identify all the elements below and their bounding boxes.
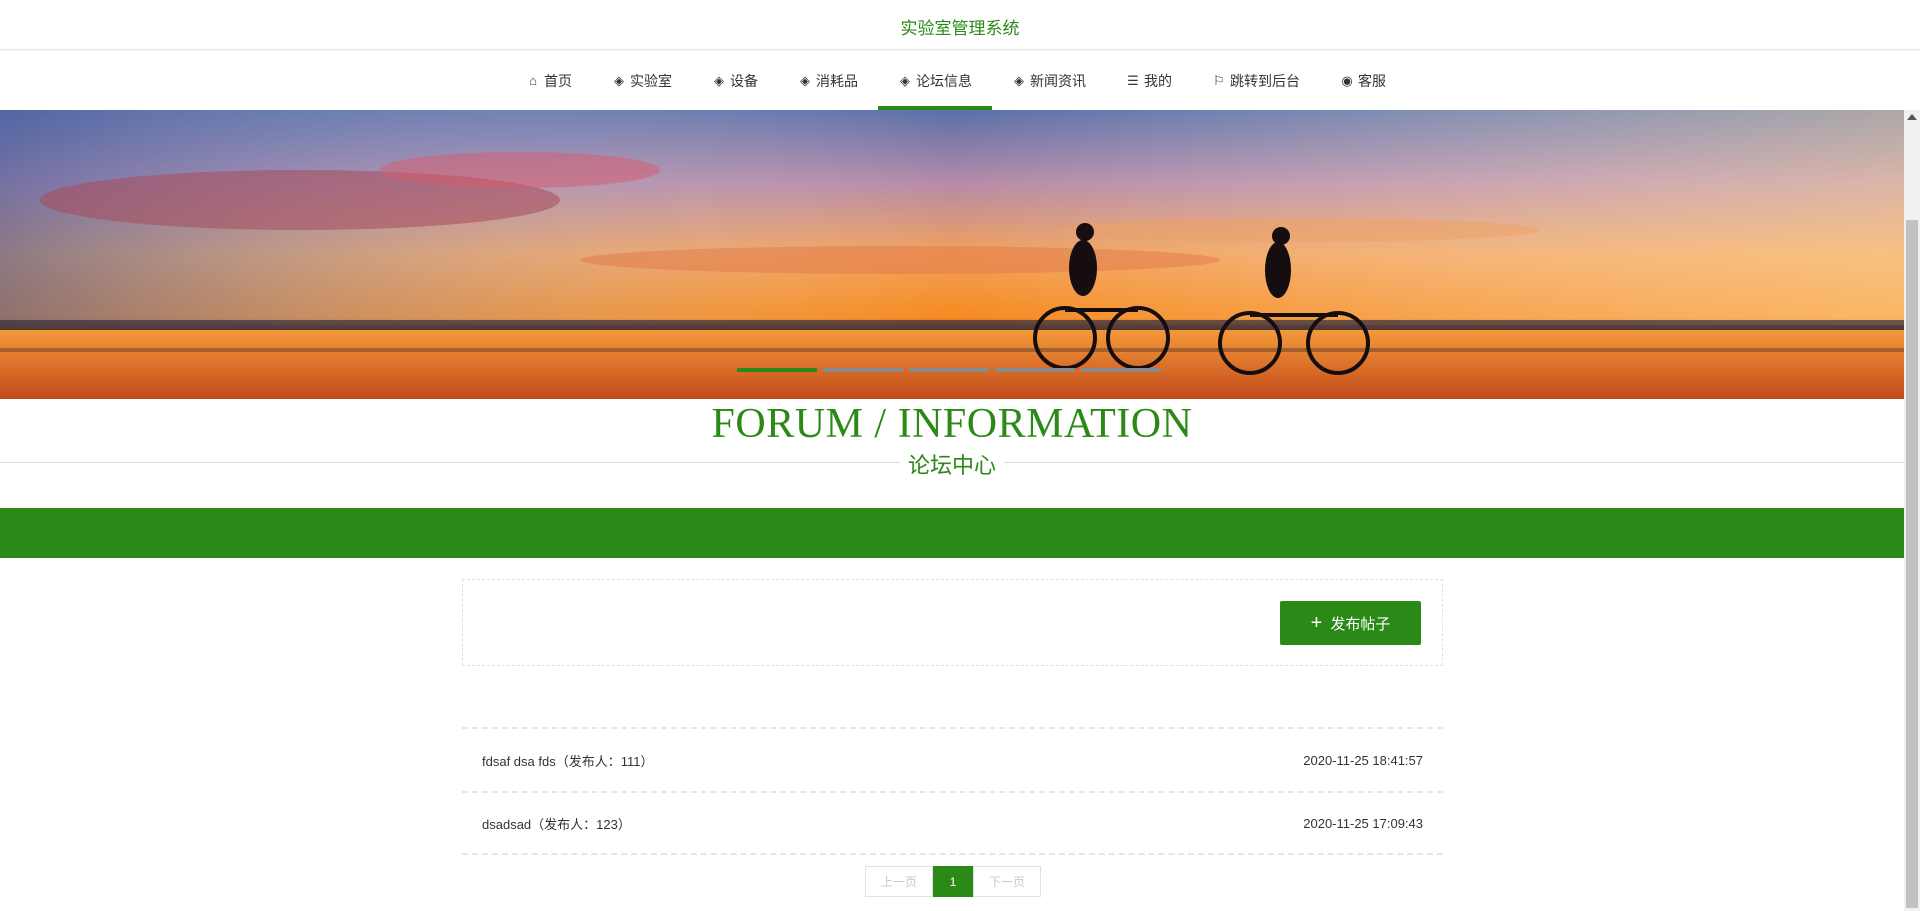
scrollbar-thumb[interactable] [1906,220,1918,908]
nav-item-label: 首页 [544,72,572,89]
scroll-up-arrow-icon[interactable] [1907,114,1917,120]
banner-carousel[interactable] [0,110,1904,399]
post-button-label: 发布帖子 [1330,615,1391,633]
pagination: 上一页 1 下一页 [865,866,1041,897]
nav-item-home[interactable]: ⌂ 首页 [506,51,592,110]
nav-item-equipment[interactable]: ◈ 设备 [692,51,778,110]
nav-item-label: 客服 [1358,72,1386,89]
layers-icon: ◈ [714,72,724,88]
layers-icon: ◈ [614,72,624,88]
site-title[interactable]: 实验室管理系统 [0,14,1920,39]
green-band [0,508,1904,558]
layers-icon: ◈ [900,72,910,88]
nav-item-news[interactable]: ◈ 新闻资讯 [992,51,1106,110]
carousel-indicators [737,368,1161,372]
prev-page-button[interactable]: 上一页 [865,866,933,897]
next-page-button[interactable]: 下一页 [973,866,1041,897]
nav-item-label: 新闻资讯 [1030,72,1086,89]
nav-item-service[interactable]: ◉ 客服 [1320,51,1406,110]
nav-item-forum[interactable]: ◈ 论坛信息 [878,51,992,110]
home-icon: ⌂ [529,73,537,88]
top-header: 实验室管理系统 [0,0,1920,50]
page-number-current[interactable]: 1 [933,866,973,897]
nav-items: ⌂ 首页 ◈ 实验室 ◈ 设备 ◈ 消耗品 ◈ 论坛信息 ◈ 新闻资讯 ☰ 我的… [506,51,1406,110]
nav-item-label: 实验室 [630,72,672,89]
main-nav: ⌂ 首页 ◈ 实验室 ◈ 设备 ◈ 消耗品 ◈ 论坛信息 ◈ 新闻资讯 ☰ 我的… [0,51,1920,110]
carousel-dot[interactable] [823,368,903,372]
carousel-dot[interactable] [737,368,817,372]
section-title-cn: 论坛中心 [899,448,1004,480]
forum-post-list: fdsaf dsa fds（发布人：111） 2020-11-25 18:41:… [462,727,1443,855]
list-item[interactable]: fdsaf dsa fds（发布人：111） 2020-11-25 18:41:… [462,727,1443,791]
post-title[interactable]: fdsaf dsa fds（发布人：111） [482,751,653,770]
nav-item-lab[interactable]: ◈ 实验室 [592,51,692,110]
list-item[interactable]: dsadsad（发布人：123） 2020-11-25 17:09:43 [462,791,1443,855]
post-topic-button[interactable]: + 发布帖子 [1280,601,1421,645]
flag-icon: ⚐ [1213,72,1225,88]
section-title-cn-wrap: 论坛中心 [0,448,1904,480]
nav-item-label: 我的 [1144,72,1172,89]
section-title-en: FORUM / INFORMATION [711,401,1193,447]
nav-item-label: 跳转到后台 [1230,72,1300,89]
nav-item-mine[interactable]: ☰ 我的 [1106,51,1192,110]
list-icon: ☰ [1127,72,1139,88]
nav-item-admin[interactable]: ⚐ 跳转到后台 [1192,51,1320,110]
nav-item-label: 消耗品 [816,72,858,89]
carousel-dot[interactable] [1081,368,1161,372]
banner-image [0,110,1904,399]
carousel-dot[interactable] [909,368,989,372]
layers-icon: ◈ [800,72,810,88]
layers-icon: ◈ [1014,72,1024,88]
plus-icon: + [1310,612,1323,634]
carousel-dot[interactable] [995,368,1075,372]
nav-item-label: 论坛信息 [916,72,972,89]
post-time: 2020-11-25 18:41:57 [1303,752,1423,768]
nav-item-consumables[interactable]: ◈ 消耗品 [778,51,878,110]
nav-item-label: 设备 [730,72,758,89]
post-title[interactable]: dsadsad（发布人：123） [482,814,631,833]
chat-icon: ◉ [1341,72,1353,88]
post-time: 2020-11-25 17:09:43 [1303,815,1423,831]
